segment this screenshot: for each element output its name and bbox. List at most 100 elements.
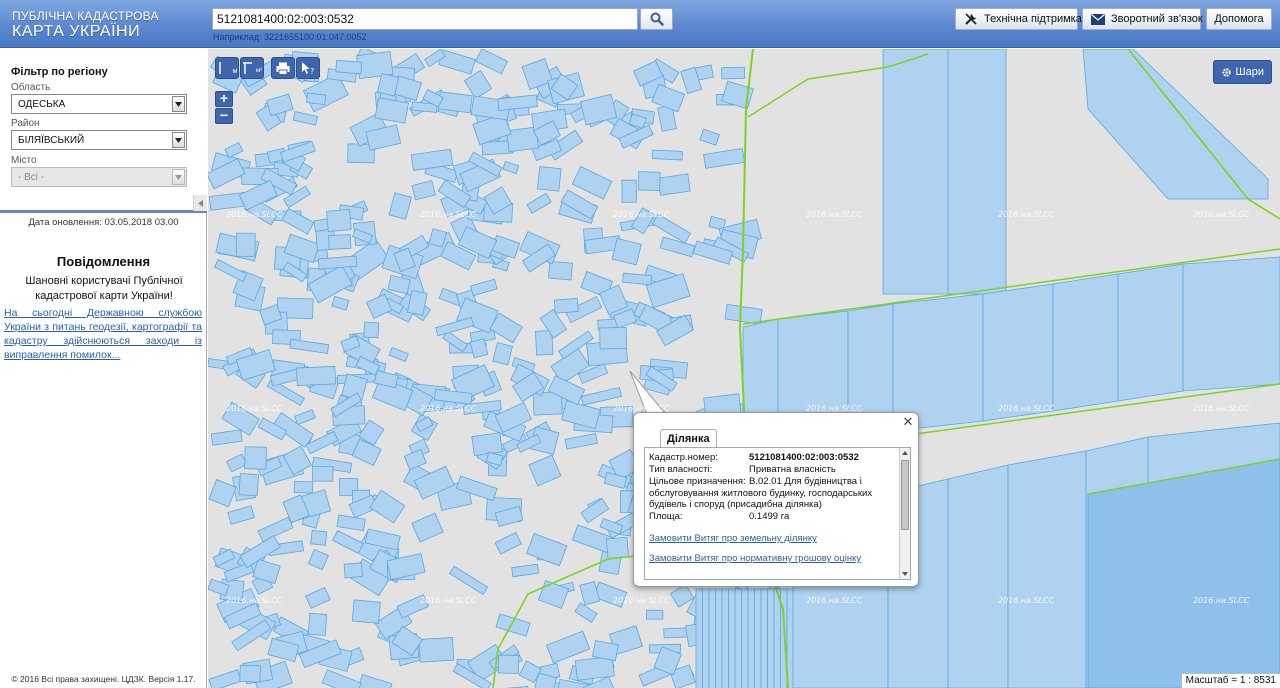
- parcel[interactable]: [411, 512, 444, 543]
- parcel[interactable]: [669, 583, 695, 608]
- parcel[interactable]: [388, 347, 409, 362]
- district-select[interactable]: БІЛЯЇВСЬКИЙ: [11, 130, 187, 150]
- field-parcel[interactable]: [1052, 273, 1119, 412]
- parcel[interactable]: [599, 326, 628, 350]
- parcel[interactable]: [305, 586, 331, 609]
- parcel[interactable]: [351, 599, 381, 624]
- parcel-strip[interactable]: [721, 588, 729, 688]
- identify-button[interactable]: ?: [296, 57, 320, 79]
- parcel[interactable]: [611, 237, 642, 266]
- parcel[interactable]: [703, 148, 745, 169]
- parcel[interactable]: [336, 514, 366, 532]
- parcel[interactable]: [235, 232, 256, 257]
- measure-line-button[interactable]: м: [215, 57, 239, 79]
- parcel[interactable]: [418, 637, 455, 663]
- parcel[interactable]: [471, 432, 503, 456]
- parcel[interactable]: [574, 602, 598, 623]
- parcel[interactable]: [306, 92, 327, 105]
- parcel[interactable]: [437, 91, 473, 114]
- parcel[interactable]: [310, 530, 328, 546]
- parcel-strip[interactable]: [747, 588, 755, 688]
- parcel[interactable]: [502, 161, 520, 175]
- parcel[interactable]: [239, 664, 261, 683]
- parcel[interactable]: [388, 192, 412, 220]
- parcel[interactable]: [553, 297, 579, 314]
- scroll-up-icon[interactable]: [902, 451, 908, 455]
- map-parcels-layer[interactable]: 2016.на.SLCC 2016.на.SLCC 2016.на.SLCC 2016…: [208, 49, 1280, 688]
- parcel-strip[interactable]: [695, 588, 703, 688]
- parcel[interactable]: [332, 529, 364, 554]
- parcel-strip[interactable]: [741, 588, 749, 688]
- parcel[interactable]: [356, 673, 393, 688]
- parcel[interactable]: [492, 342, 513, 366]
- parcel[interactable]: [208, 479, 237, 508]
- parcel[interactable]: [289, 338, 330, 354]
- parcel-strip[interactable]: [760, 588, 768, 688]
- messages-link[interactable]: На сьогодні Державною службою України з …: [4, 306, 202, 362]
- field-parcel[interactable]: [947, 464, 1009, 688]
- parcel[interactable]: [210, 429, 243, 446]
- parcel-strip[interactable]: [767, 588, 775, 688]
- parcel[interactable]: [312, 465, 334, 482]
- parcel[interactable]: [621, 179, 637, 203]
- tab-parcel[interactable]: Ділянка: [660, 429, 717, 447]
- parcel[interactable]: [511, 563, 540, 578]
- parcel[interactable]: [605, 536, 630, 559]
- parcel[interactable]: [293, 480, 314, 494]
- parcel[interactable]: [646, 609, 664, 620]
- parcel[interactable]: [224, 141, 244, 159]
- field-parcel[interactable]: [1182, 256, 1280, 392]
- zoom-in-button[interactable]: +: [215, 91, 233, 107]
- parcel[interactable]: [257, 516, 294, 543]
- parcel[interactable]: [363, 321, 380, 339]
- order-extract-link[interactable]: Замовити Витяг про земельну ділянку: [649, 533, 817, 544]
- layers-button[interactable]: Шари: [1212, 60, 1272, 84]
- city-select[interactable]: - Всі -: [11, 167, 187, 187]
- zoom-out-button[interactable]: −: [215, 108, 233, 124]
- parcel[interactable]: [494, 531, 522, 555]
- search-button[interactable]: [640, 8, 673, 30]
- parcel[interactable]: [724, 303, 763, 325]
- parcel[interactable]: [335, 59, 363, 75]
- parcel[interactable]: [470, 278, 498, 297]
- field-parcel[interactable]: [982, 283, 1054, 422]
- parcel[interactable]: [307, 548, 329, 571]
- parcel[interactable]: [497, 654, 520, 674]
- parcel-strip[interactable]: [708, 588, 716, 688]
- parcel[interactable]: [545, 630, 591, 664]
- parcel[interactable]: [266, 93, 294, 117]
- parcel[interactable]: [411, 180, 436, 201]
- tech-support-button[interactable]: Технічна підтримка: [955, 8, 1082, 30]
- parcel[interactable]: [526, 533, 568, 567]
- parcel-strip[interactable]: [728, 588, 736, 688]
- scroll-thumb[interactable]: [901, 460, 909, 530]
- parcel[interactable]: [343, 562, 363, 579]
- parcel[interactable]: [571, 165, 613, 200]
- scroll-down-icon[interactable]: [902, 572, 908, 576]
- parcel[interactable]: [307, 612, 328, 636]
- parcel[interactable]: [651, 83, 686, 113]
- parcel[interactable]: [463, 69, 493, 100]
- popup-scrollbar[interactable]: [899, 448, 910, 579]
- parcel[interactable]: [328, 234, 352, 250]
- parcel[interactable]: [321, 669, 362, 688]
- field-parcel[interactable]: [1087, 458, 1280, 688]
- feedback-button[interactable]: Зворотний зв'язок: [1082, 8, 1203, 30]
- field-parcel[interactable]: [1117, 263, 1184, 402]
- parcel[interactable]: [449, 565, 489, 596]
- parcel[interactable]: [561, 400, 601, 430]
- parcel-strip[interactable]: [715, 588, 723, 688]
- collapse-panel-button[interactable]: [193, 195, 207, 211]
- parcel[interactable]: [659, 236, 696, 258]
- print-button[interactable]: [271, 57, 295, 79]
- parcel[interactable]: [294, 409, 316, 426]
- parcel[interactable]: [526, 192, 552, 214]
- parcel[interactable]: [534, 330, 554, 356]
- parcel[interactable]: [721, 66, 746, 80]
- help-button[interactable]: Допомога: [1206, 8, 1272, 30]
- parcel-strip[interactable]: [702, 588, 710, 688]
- parcel[interactable]: [244, 446, 267, 470]
- parcel[interactable]: [528, 454, 562, 487]
- order-valuation-link[interactable]: Замовити Витяг про нормативну грошову оц…: [649, 553, 861, 564]
- map-canvas[interactable]: 2016.на.SLCC 2016.на.SLCC 2016.на.SLCC 2016…: [208, 49, 1280, 688]
